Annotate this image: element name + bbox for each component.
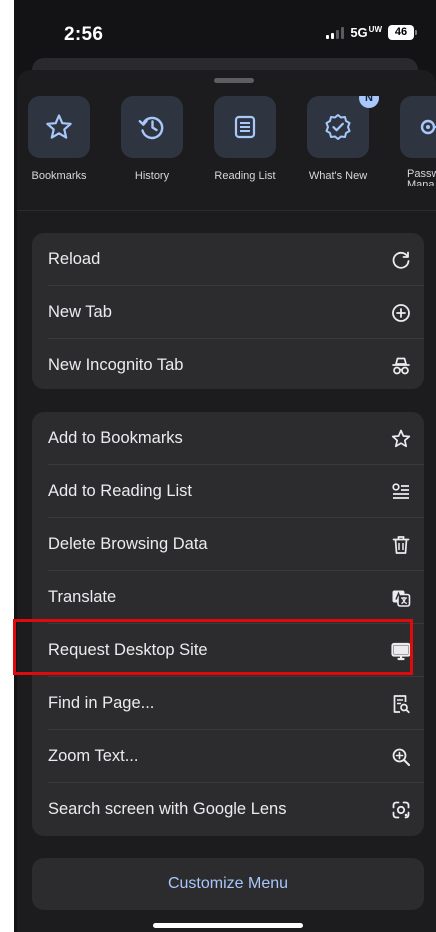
- menu-item-label: Find in Page...: [48, 694, 155, 712]
- quick-action-label: Passw Mana: [407, 168, 436, 187]
- menu-item-label: Reload: [48, 250, 101, 268]
- quick-action-bookmarks[interactable]: Bookmarks: [17, 96, 101, 186]
- star-icon: [46, 114, 72, 139]
- trash-icon: [390, 534, 412, 556]
- menu-group-page-actions: Add to Bookmarks Add to Reading List Del…: [32, 412, 424, 836]
- menu-item-label: New Incognito Tab: [48, 356, 184, 374]
- password-manager-icon: [420, 119, 436, 135]
- menu-item-reload[interactable]: Reload: [32, 233, 424, 286]
- status-bar: 2:56 5GUW 46: [14, 0, 436, 54]
- sheet-grabber[interactable]: [214, 78, 254, 83]
- quick-action-tile[interactable]: N: [307, 96, 379, 158]
- translate-icon: [390, 587, 412, 609]
- reading-list-icon: [234, 115, 256, 139]
- menu-item-zoom-text[interactable]: Zoom Text...: [32, 730, 424, 783]
- google-lens-icon: [390, 799, 412, 821]
- overflow-menu-sheet: Bookmarks History Reading List N What's …: [17, 70, 436, 932]
- menu-item-label: Request Desktop Site: [48, 641, 208, 659]
- quick-action-password-manager[interactable]: Passw Mana: [389, 96, 436, 186]
- cellular-signal-icon: [326, 26, 345, 39]
- menu-item-add-to-bookmarks[interactable]: Add to Bookmarks: [32, 412, 424, 465]
- menu-item-add-to-reading-list[interactable]: Add to Reading List: [32, 465, 424, 518]
- battery-icon: 46: [388, 25, 417, 40]
- desktop-icon: [390, 640, 412, 662]
- whats-new-icon: [325, 114, 351, 140]
- menu-item-new-tab[interactable]: New Tab: [32, 286, 424, 339]
- network-type: 5GUW: [350, 25, 382, 40]
- plus-circle-icon: [390, 302, 412, 324]
- quick-action-tile[interactable]: [121, 96, 183, 158]
- home-indicator[interactable]: [153, 923, 303, 928]
- menu-item-label: Delete Browsing Data: [48, 535, 208, 553]
- quick-action-history[interactable]: History: [110, 96, 194, 186]
- find-in-page-icon: [390, 693, 412, 715]
- network-label: 5G: [350, 25, 368, 40]
- new-badge: N: [359, 96, 379, 108]
- menu-item-label: Translate: [48, 588, 117, 606]
- menu-item-label: Add to Reading List: [48, 482, 193, 500]
- quick-action-label: What's New: [308, 170, 368, 182]
- menu-item-request-desktop-site[interactable]: Request Desktop Site: [32, 624, 424, 677]
- menu-item-google-lens[interactable]: Search screen with Google Lens: [32, 783, 424, 836]
- quick-action-label: History: [134, 170, 170, 182]
- status-time: 2:56: [64, 24, 104, 45]
- quick-action-whats-new[interactable]: N What's New: [296, 96, 380, 186]
- star-icon: [390, 428, 412, 450]
- menu-group-navigation: Reload New Tab New Incognito Tab: [32, 233, 424, 389]
- history-icon: [138, 116, 164, 140]
- quick-action-tile[interactable]: [28, 96, 90, 158]
- menu-item-label: Search screen with Google Lens: [48, 800, 287, 818]
- menu-item-label: New Tab: [48, 303, 112, 321]
- section-divider: [17, 210, 436, 211]
- add-reading-list-icon: [390, 481, 412, 503]
- customize-menu-button[interactable]: Customize Menu: [32, 858, 424, 910]
- quick-action-tile[interactable]: [214, 96, 276, 158]
- menu-item-delete-browsing-data[interactable]: Delete Browsing Data: [32, 518, 424, 571]
- status-indicators: 5GUW 46: [326, 25, 417, 40]
- quick-action-label: Reading List: [214, 170, 276, 182]
- zoom-in-icon: [390, 746, 412, 768]
- quick-actions-row[interactable]: Bookmarks History Reading List N What's …: [17, 96, 436, 186]
- network-sub-label: UW: [368, 25, 382, 34]
- menu-item-label: Add to Bookmarks: [48, 429, 183, 447]
- menu-item-new-incognito-tab[interactable]: New Incognito Tab: [32, 339, 424, 389]
- quick-action-label: Bookmarks: [31, 170, 87, 182]
- menu-item-find-in-page[interactable]: Find in Page...: [32, 677, 424, 730]
- quick-action-reading-list[interactable]: Reading List: [203, 96, 287, 186]
- reload-icon: [390, 249, 412, 271]
- menu-item-translate[interactable]: Translate: [32, 571, 424, 624]
- phone-screen: 2:56 5GUW 46 Bookmarks History Reading L…: [14, 0, 436, 932]
- incognito-icon: [390, 355, 412, 377]
- quick-action-tile[interactable]: [400, 96, 436, 158]
- menu-item-label: Zoom Text...: [48, 747, 139, 765]
